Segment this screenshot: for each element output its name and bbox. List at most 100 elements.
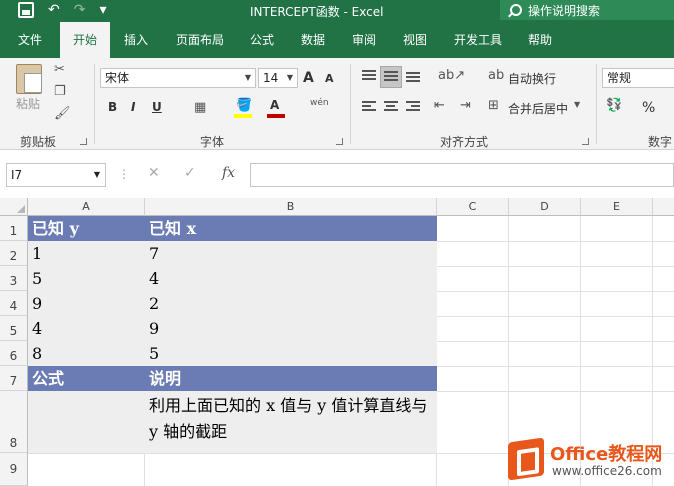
column-header-c[interactable]: C (437, 198, 509, 216)
customize-qat-icon[interactable]: ▾ (99, 2, 106, 18)
search-icon (510, 4, 522, 16)
tab-developer[interactable]: 开发工具 (446, 22, 510, 58)
orientation-icon[interactable]: ab↗ (438, 68, 465, 83)
row-header-5[interactable]: 5 (0, 316, 28, 341)
formula-bar: I7 ▼ ⋮ ✕ ✓ fx (0, 150, 674, 198)
column-header-a[interactable]: A (28, 198, 145, 216)
clipboard-launcher-icon[interactable] (80, 138, 87, 145)
cell-a1[interactable]: 已知 y (28, 216, 145, 241)
bold-button[interactable]: B (108, 100, 117, 114)
center-button[interactable] (380, 96, 402, 118)
top-align-icon (362, 70, 376, 82)
cell-a5[interactable]: 4 (28, 316, 145, 341)
bottom-align-button[interactable] (402, 66, 424, 88)
row-header-9[interactable]: 9 (0, 453, 28, 486)
cell-a7[interactable]: 公式 (28, 366, 145, 391)
paste-button[interactable]: 粘贴 (16, 95, 40, 112)
cell-b4[interactable]: 2 (145, 291, 437, 316)
row-header-2[interactable]: 2 (0, 241, 28, 266)
accounting-format-icon[interactable]: 💱 (606, 98, 622, 113)
align-right-button[interactable] (402, 96, 424, 118)
tab-insert[interactable]: 插入 (116, 22, 156, 58)
shrink-font-button[interactable]: A (325, 72, 334, 85)
tab-review[interactable]: 审阅 (344, 22, 384, 58)
phonetic-guide-icon[interactable]: wén (310, 98, 329, 108)
cell-a4[interactable]: 9 (28, 291, 145, 316)
row-header-4[interactable]: 4 (0, 291, 28, 316)
tell-me-search[interactable]: 操作说明搜索 (500, 0, 674, 20)
quick-access-toolbar: ↶ ↷ ▾ (18, 2, 107, 18)
chevron-down-icon: ▼ (244, 73, 251, 82)
copy-icon[interactable]: ❐ (54, 84, 66, 99)
font-name-combo[interactable]: 宋体 ▼ (100, 68, 256, 88)
chevron-down-icon[interactable]: ▼ (94, 164, 100, 186)
select-all-button[interactable] (0, 198, 28, 216)
font-color-icon[interactable]: A (270, 98, 279, 112)
alignment-launcher-icon[interactable] (582, 138, 589, 145)
font-launcher-icon[interactable] (336, 138, 343, 145)
undo-icon[interactable]: ↶ (48, 2, 60, 18)
tab-formulas[interactable]: 公式 (242, 22, 282, 58)
row-header-3[interactable]: 3 (0, 266, 28, 291)
tab-file[interactable]: 文件 (8, 22, 52, 58)
cell-b8[interactable]: 利用上面已知的 x 值与 y 值计算直线与 y 轴的截距 (145, 391, 437, 453)
percent-style-button[interactable]: % (642, 100, 655, 116)
enter-icon[interactable]: ✓ (184, 165, 196, 181)
tab-home[interactable]: 开始 (60, 22, 110, 58)
cell-a2[interactable]: 1 (28, 241, 145, 266)
window-title: INTERCEPT函数 - Excel (250, 5, 384, 19)
font-size-combo[interactable]: 14 ▼ (258, 68, 298, 88)
increase-indent-icon[interactable]: ⇥ (460, 98, 471, 113)
cell-b3[interactable]: 4 (145, 266, 437, 291)
fill-color-icon[interactable]: 🪣 (236, 98, 252, 113)
paste-icon[interactable] (16, 64, 42, 94)
top-align-button[interactable] (358, 66, 380, 88)
tab-help[interactable]: 帮助 (520, 22, 560, 58)
gridline (437, 341, 674, 342)
middle-align-button[interactable] (380, 66, 402, 88)
italic-button[interactable]: I (131, 100, 135, 114)
row-header-8[interactable]: 8 (0, 391, 28, 453)
cell-a6[interactable]: 8 (28, 341, 145, 366)
tab-data[interactable]: 数据 (293, 22, 333, 58)
column-header-e[interactable]: E (581, 198, 653, 216)
tab-view[interactable]: 视图 (395, 22, 435, 58)
number-format-value: 常规 (607, 71, 632, 85)
gridline (437, 266, 674, 267)
save-icon[interactable] (18, 2, 34, 18)
align-left-button[interactable] (358, 96, 380, 118)
middle-align-icon (384, 71, 398, 83)
cell-a3[interactable]: 5 (28, 266, 145, 291)
cell-b6[interactable]: 5 (145, 341, 437, 366)
row-header-7[interactable]: 7 (0, 366, 28, 391)
underline-button[interactable]: U (152, 100, 162, 114)
decrease-indent-icon[interactable]: ⇤ (434, 98, 445, 113)
drag-handle-icon[interactable]: ⋮ (118, 167, 130, 181)
column-header-f[interactable] (653, 198, 674, 216)
formula-input[interactable] (250, 163, 674, 187)
borders-icon[interactable]: ▦ (194, 100, 206, 115)
insert-function-icon[interactable]: fx (222, 165, 235, 181)
wrap-text-button[interactable]: 自动换行 (508, 70, 556, 87)
cell-b2[interactable]: 7 (145, 241, 437, 266)
chevron-down-icon[interactable]: ▼ (574, 100, 580, 109)
merge-center-icon[interactable]: ⊞ (488, 98, 499, 113)
column-header-b[interactable]: B (145, 198, 437, 216)
cell-b7[interactable]: 说明 (145, 366, 437, 391)
wrap-text-icon[interactable]: ab (488, 68, 504, 83)
column-header-d[interactable]: D (509, 198, 581, 216)
name-box[interactable]: I7 ▼ (6, 163, 106, 187)
redo-icon[interactable]: ↷ (74, 2, 86, 18)
row-header-6[interactable]: 6 (0, 341, 28, 366)
cancel-icon[interactable]: ✕ (148, 165, 160, 181)
cell-a8[interactable] (28, 391, 145, 453)
number-format-combo[interactable]: 常规 (602, 68, 674, 88)
cut-icon[interactable]: ✂ (54, 62, 65, 77)
cell-b1[interactable]: 已知 x (145, 216, 437, 241)
row-header-1[interactable]: 1 (0, 216, 28, 241)
format-painter-icon[interactable]: 🖌 (54, 106, 71, 121)
grow-font-button[interactable]: A (303, 70, 314, 86)
merge-center-button[interactable]: 合并后居中 (508, 100, 568, 117)
tab-page-layout[interactable]: 页面布局 (168, 22, 232, 58)
cell-b5[interactable]: 9 (145, 316, 437, 341)
